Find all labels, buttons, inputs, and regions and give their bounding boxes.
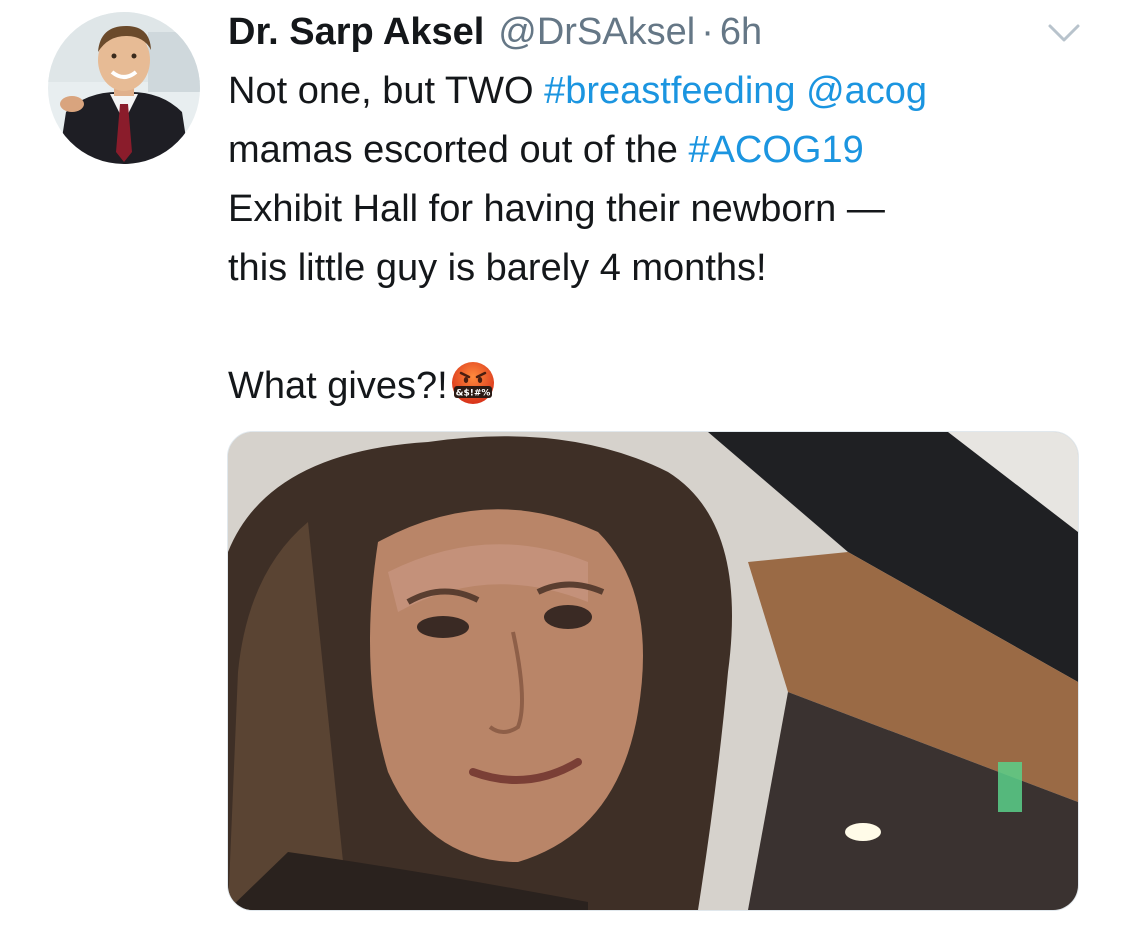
- author-handle[interactable]: @DrSAksel: [498, 8, 695, 56]
- selfie-photo: [228, 432, 1078, 910]
- text-segment: mamas escorted out of the: [228, 129, 689, 171]
- face-with-symbols-on-mouth-emoji: &$!#%: [451, 362, 494, 404]
- chevron-down-icon[interactable]: [1044, 20, 1084, 48]
- tweet-media[interactable]: [227, 431, 1079, 911]
- author-name[interactable]: Dr. Sarp Aksel: [228, 8, 484, 56]
- mention-acog[interactable]: @acog: [806, 70, 927, 112]
- avatar-photo: [48, 12, 200, 164]
- tweet-text-line-3: Exhibit Hall for having their newborn —: [228, 188, 885, 230]
- tweet[interactable]: Dr. Sarp Aksel @DrSAksel · 6h Not one, b…: [0, 0, 1125, 926]
- tweet-text-line-1: Not one, but TWO #breastfeeding @acog: [228, 62, 1098, 121]
- text-segment: Not one, but TWO: [228, 70, 545, 112]
- text-segment: [796, 70, 807, 112]
- separator: ·: [701, 11, 714, 53]
- tweet-text-line-5: What gives?! &$!#%: [228, 357, 1098, 416]
- hashtag-acog19[interactable]: #ACOG19: [688, 129, 863, 171]
- tweet-text: Not one, but TWO #breastfeeding @acog ma…: [228, 62, 1098, 416]
- timestamp[interactable]: 6h: [720, 8, 762, 56]
- svg-text:&$!#%: &$!#%: [455, 389, 490, 399]
- avatar[interactable]: [48, 12, 200, 164]
- tweet-header: Dr. Sarp Aksel @DrSAksel · 6h: [228, 8, 762, 56]
- tweet-text-line-2: mamas escorted out of the #ACOG19: [228, 121, 1098, 180]
- hashtag-breastfeeding[interactable]: #breastfeeding: [544, 70, 795, 112]
- tweet-text-line-4: this little guy is barely 4 months!: [228, 247, 767, 289]
- text-segment: What gives?!: [228, 365, 448, 407]
